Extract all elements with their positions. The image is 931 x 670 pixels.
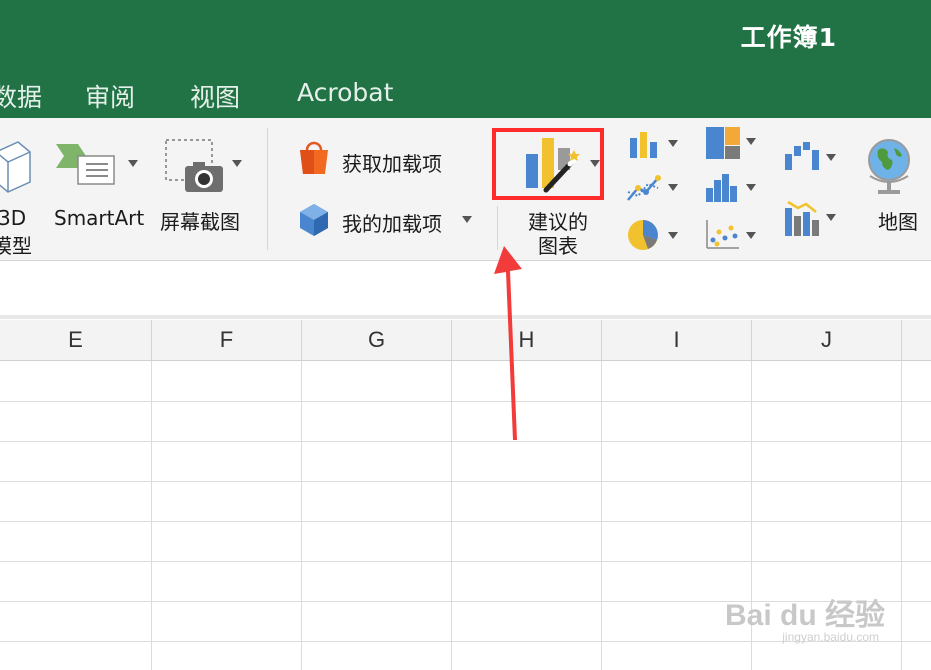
watermark-url: jingyan.baidu.com	[782, 630, 879, 644]
watermark-logo: Bai du 经验	[724, 599, 885, 632]
annotation-arrow	[494, 246, 522, 440]
